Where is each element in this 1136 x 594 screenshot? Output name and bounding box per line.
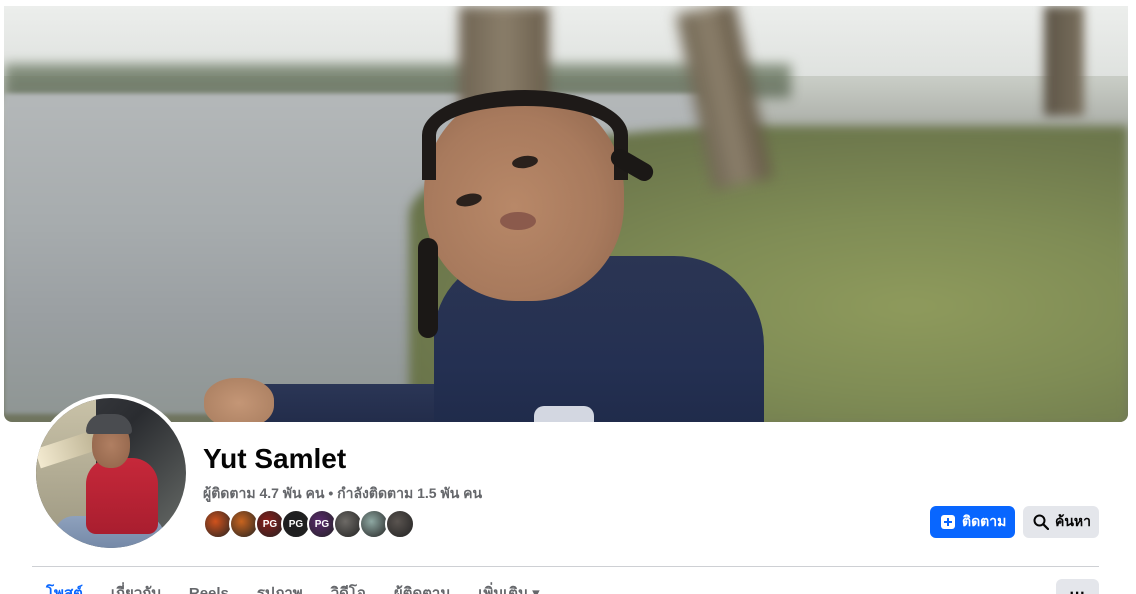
tab-2[interactable]: Reels [175,582,243,594]
shirt-logo [534,406,594,422]
avatar-shirt [86,458,158,534]
follower-avatar-label [361,511,387,537]
more-options-button[interactable]: ··· [1056,579,1099,594]
search-icon [1033,514,1049,530]
divider [32,566,1099,567]
follow-button[interactable]: ติดตาม [930,506,1015,538]
follower-avatar-label: PG [288,518,304,530]
cover-photo[interactable] [4,6,1128,422]
follower-avatars[interactable]: PG PG PG [203,509,415,539]
follower-avatar-label [387,511,413,537]
follower-avatar[interactable] [385,509,415,539]
profile-avatar[interactable] [32,394,190,552]
follower-avatar-label [335,511,361,537]
cover-treeline [4,64,791,98]
child-braid [418,238,438,338]
add-friend-icon [941,515,955,529]
tab-3[interactable]: รูปภาพ [243,582,317,594]
follower-avatar-label [205,511,231,537]
profile-tabs: โพสต์ เกี่ยวกับ Reels รูปภาพ วิดีโอ ผู้ติดตาม… [32,582,554,594]
cover-tree [1044,6,1084,116]
search-button[interactable]: ค้นหา [1023,506,1099,538]
child-hand [204,378,274,422]
tab-4[interactable]: วิดีโอ [317,582,380,594]
follower-avatar-label [231,511,257,537]
profile-stats[interactable]: ผู้ติดตาม 4.7 พัน คน • กำลังติดตาม 1.5 พ… [203,483,482,505]
tab-5[interactable]: ผู้ติดตาม [380,582,464,594]
follower-avatar-label: PG [314,518,330,530]
child-mouth [500,212,536,230]
tab-0[interactable]: โพสต์ [32,582,97,594]
tab-1[interactable]: เกี่ยวกับ [97,582,175,594]
search-label: ค้นหา [1055,513,1092,529]
avatar-cap [86,414,132,434]
follow-label: ติดตาม [962,513,1007,529]
profile-name: Yut Samlet [203,443,347,474]
follower-avatar-label: PG [262,518,278,530]
tab-6[interactable]: เพิ่มเติม ▾ [464,582,553,594]
